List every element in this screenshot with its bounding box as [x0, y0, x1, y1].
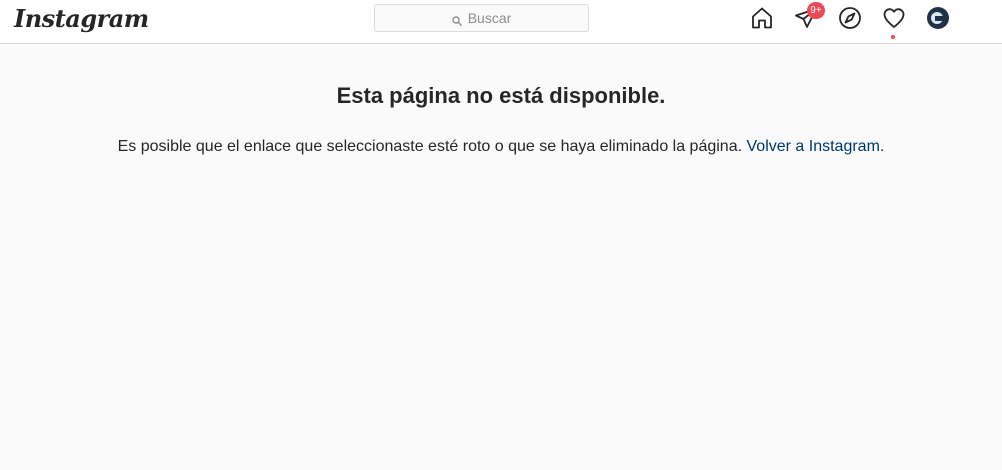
activity-notification-dot — [891, 35, 895, 39]
home-icon[interactable] — [750, 6, 774, 30]
back-to-instagram-link[interactable]: Volver a Instagram — [747, 138, 880, 155]
search-icon — [452, 13, 462, 26]
top-navigation-bar: Instagram Buscar 9+ — [0, 0, 1002, 44]
direct-messages-badge: 9+ — [807, 2, 825, 19]
error-message-text: Es posible que el enlace que seleccionas… — [117, 138, 743, 155]
heart-icon[interactable] — [882, 6, 906, 30]
avatar-detail — [935, 16, 944, 21]
search-placeholder: Buscar — [467, 10, 512, 26]
message-trailing-period: . — [879, 138, 885, 155]
avatar[interactable] — [927, 7, 949, 29]
search-input[interactable]: Buscar — [374, 4, 589, 32]
page-title: Esta página no está disponible. — [336, 83, 666, 108]
instagram-logo[interactable]: Instagram — [14, 4, 149, 34]
main-content: Esta página no está disponible. Es posib… — [0, 44, 1002, 157]
error-message: Es posible que el enlace que seleccionas… — [0, 110, 1002, 157]
explore-compass-icon[interactable] — [838, 6, 862, 30]
